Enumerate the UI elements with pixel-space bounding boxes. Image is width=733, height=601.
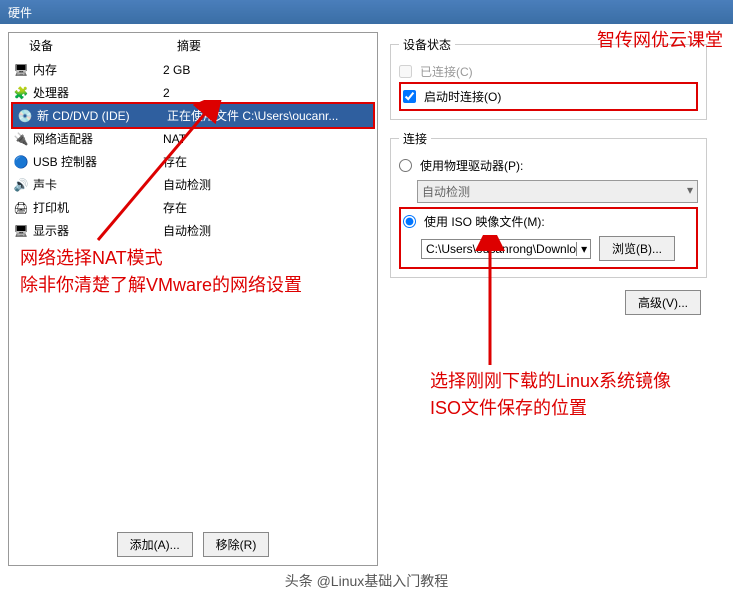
- device-icon: 🖥: [13, 224, 29, 238]
- device-list-header: 设备 摘要: [9, 33, 377, 58]
- window-title: 硬件: [8, 4, 32, 21]
- hardware-list-panel: 设备 摘要 🖥 内存 2 GB 🧩 处理器 2 💿 新 CD/DVD (IDE) 正在使用文件 …: [8, 32, 378, 566]
- device-name-label: 网络适配器: [33, 130, 93, 147]
- remove-button[interactable]: 移除(R): [203, 532, 270, 557]
- settings-panel: 设备状态 已连接(C) 启动时连接(O) 连接 使用物理驱动器(P): 自动检测…: [386, 32, 711, 566]
- device-icon: 🧩: [13, 86, 29, 100]
- physical-drive-dropdown: 自动检测 ▾: [417, 180, 698, 203]
- annotation-nat: 网络选择NAT模式除非你清楚了解VMware的网络设置: [20, 245, 302, 299]
- bottom-watermark: 头条 @Linux基础入门教程: [277, 569, 457, 593]
- advanced-button[interactable]: 高级(V)...: [625, 290, 701, 315]
- device-row[interactable]: 🖥 显示器 自动检测: [9, 219, 377, 242]
- device-summary-label: 自动检测: [163, 222, 211, 239]
- browse-button[interactable]: 浏览(B)...: [599, 236, 675, 261]
- column-device: 设备: [9, 37, 169, 54]
- device-icon: 🔵: [13, 155, 29, 169]
- connection-legend: 连接: [399, 130, 431, 147]
- device-row[interactable]: 🖨 打印机 存在: [9, 196, 377, 219]
- device-button-row: 添加(A)... 移除(R): [9, 524, 377, 565]
- device-summary-label: 自动检测: [163, 176, 211, 193]
- device-row[interactable]: 💿 新 CD/DVD (IDE) 正在使用文件 C:\Users\oucanr...: [11, 102, 375, 129]
- watermark-text: 智传网优云课堂: [597, 26, 723, 52]
- device-name-label: 声卡: [33, 176, 57, 193]
- device-name-label: 新 CD/DVD (IDE): [37, 107, 130, 124]
- device-row[interactable]: 🧩 处理器 2: [9, 81, 377, 104]
- connect-on-start-row: 启动时连接(O): [403, 86, 694, 107]
- device-icon: 🔊: [13, 178, 29, 192]
- device-summary-label: 2: [163, 86, 170, 100]
- use-iso-label: 使用 ISO 映像文件(M):: [424, 213, 545, 230]
- use-physical-radio[interactable]: [399, 159, 412, 172]
- iso-path-row: C:\Users\oucanrong\Downlo ▾ 浏览(B)...: [421, 236, 694, 261]
- annotation-iso: 选择刚刚下载的Linux系统镜像ISO文件保存的位置: [430, 368, 671, 422]
- device-row[interactable]: 🔌 网络适配器 NAT: [9, 127, 377, 150]
- device-summary-label: NAT: [163, 132, 186, 146]
- connected-row: 已连接(C): [399, 61, 698, 82]
- device-status-legend: 设备状态: [399, 36, 455, 53]
- device-name-label: 打印机: [33, 199, 69, 216]
- window-titlebar: 硬件: [0, 0, 733, 24]
- iso-highlight: 使用 ISO 映像文件(M): C:\Users\oucanrong\Downl…: [399, 207, 698, 269]
- iso-caret-icon: ▾: [576, 242, 587, 256]
- device-summary-label: 2 GB: [163, 63, 190, 77]
- connected-checkbox: [399, 65, 412, 78]
- device-name-label: 内存: [33, 61, 57, 78]
- device-icon: 💿: [17, 109, 33, 123]
- device-summary-label: 存在: [163, 199, 187, 216]
- device-name-label: USB 控制器: [33, 153, 97, 170]
- device-row[interactable]: 🔵 USB 控制器 存在: [9, 150, 377, 173]
- device-row[interactable]: 🖥 内存 2 GB: [9, 58, 377, 81]
- device-icon: 🔌: [13, 132, 29, 146]
- device-row[interactable]: 🔊 声卡 自动检测: [9, 173, 377, 196]
- use-iso-row: 使用 ISO 映像文件(M):: [403, 211, 694, 232]
- use-iso-radio[interactable]: [403, 215, 416, 228]
- main-content: 设备 摘要 🖥 内存 2 GB 🧩 处理器 2 💿 新 CD/DVD (IDE) 正在使用文件 …: [0, 24, 733, 574]
- iso-path-dropdown[interactable]: C:\Users\oucanrong\Downlo ▾: [421, 239, 591, 259]
- connect-on-start-highlight: 启动时连接(O): [399, 82, 698, 111]
- iso-path-value: C:\Users\oucanrong\Downlo: [426, 242, 576, 256]
- column-summary: 摘要: [169, 37, 201, 54]
- connect-on-start-label: 启动时连接(O): [424, 88, 501, 105]
- connect-on-start-checkbox[interactable]: [403, 90, 416, 103]
- add-button[interactable]: 添加(A)...: [117, 532, 193, 557]
- device-icon: 🖨: [13, 201, 29, 215]
- device-name-label: 显示器: [33, 222, 69, 239]
- physical-drive-value: 自动检测: [422, 183, 470, 200]
- dropdown-caret-icon: ▾: [687, 183, 693, 200]
- connected-label: 已连接(C): [420, 63, 473, 80]
- use-physical-row: 使用物理驱动器(P):: [399, 155, 698, 176]
- device-summary-label: 正在使用文件 C:\Users\oucanr...: [167, 107, 338, 124]
- use-physical-label: 使用物理驱动器(P):: [420, 157, 523, 174]
- device-icon: 🖥: [13, 63, 29, 77]
- device-summary-label: 存在: [163, 153, 187, 170]
- device-name-label: 处理器: [33, 84, 69, 101]
- connection-group: 连接 使用物理驱动器(P): 自动检测 ▾ 使用 ISO 映像文件(M): C:…: [390, 130, 707, 278]
- advanced-row: 高级(V)...: [390, 288, 707, 323]
